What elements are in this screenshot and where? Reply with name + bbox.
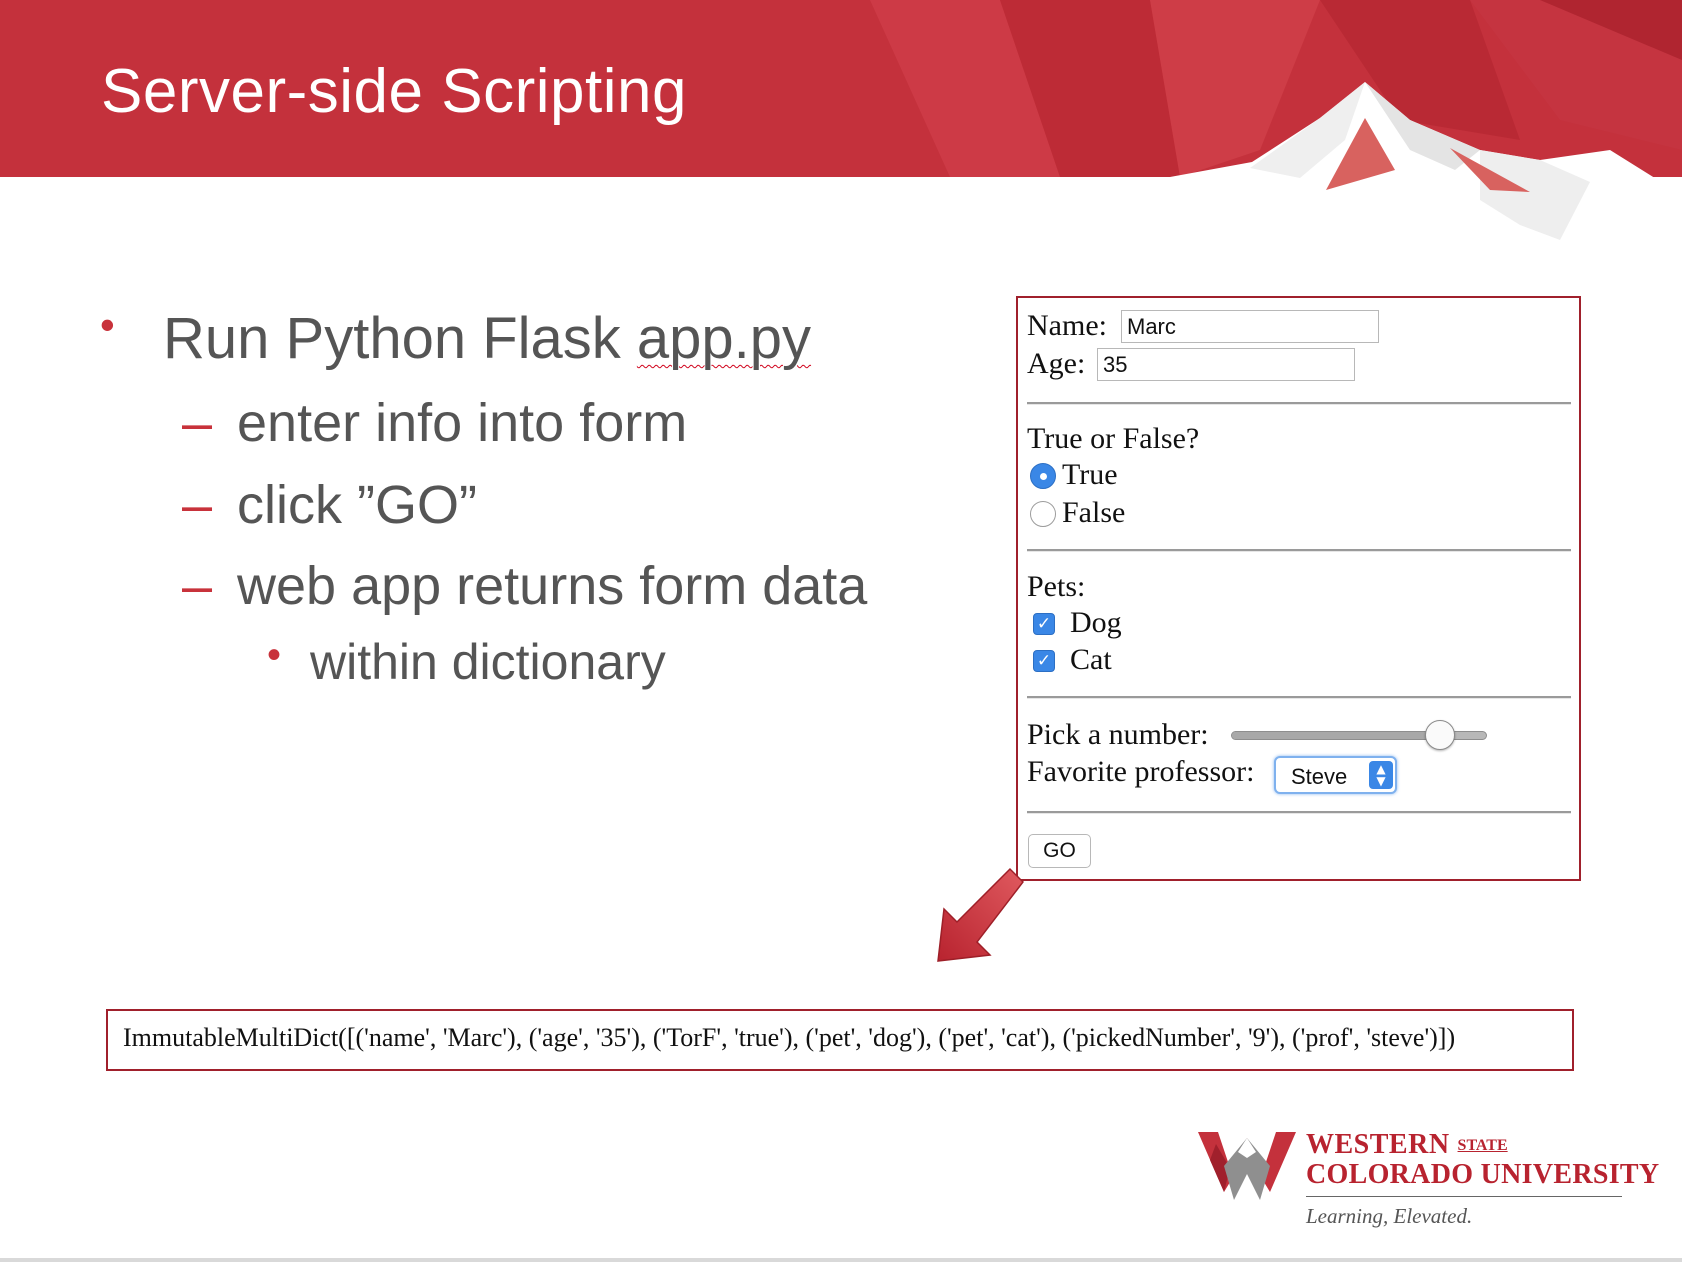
pick-number-label: Pick a number: xyxy=(1027,718,1209,751)
radio-true[interactable] xyxy=(1030,463,1056,489)
radio-true-label: True xyxy=(1062,458,1118,491)
bullet-dot: • xyxy=(267,633,282,677)
professor-select[interactable]: Steve ▲ ▼ xyxy=(1274,756,1397,794)
checkbox-dog-label: Dog xyxy=(1070,606,1122,639)
name-label: Name: xyxy=(1027,309,1107,342)
bullet-text: Run Python Flask xyxy=(163,306,637,371)
form-divider xyxy=(1027,696,1571,699)
age-field[interactable]: 35 xyxy=(1097,348,1355,381)
form-divider xyxy=(1027,811,1571,814)
logo-line1: WESTERN STATE xyxy=(1306,1129,1508,1161)
logo-western: WESTERN xyxy=(1306,1129,1450,1160)
university-w-logo xyxy=(1198,1132,1296,1200)
pets-label: Pets: xyxy=(1027,570,1086,603)
header-banner: Server-side Scripting xyxy=(0,0,1682,260)
bullet-dash: – xyxy=(182,556,213,616)
form-divider xyxy=(1027,402,1571,405)
form-screenshot: Name: Marc Age: 35 True or False? True F… xyxy=(1016,296,1581,881)
bullet-dot: • xyxy=(100,301,115,348)
bullet-text: click ”GO” xyxy=(237,475,477,535)
university-logo: WESTERN STATE COLORADO UNIVERSITY Learnin… xyxy=(1198,1129,1659,1240)
spellcheck-underlined-text: app.py xyxy=(636,306,812,371)
torf-question: True or False? xyxy=(1027,422,1200,455)
number-slider-fill xyxy=(1232,732,1442,739)
arrow-down-left-icon xyxy=(937,867,1024,962)
checkbox-cat[interactable]: ✓ xyxy=(1033,650,1055,672)
number-slider-thumb[interactable] xyxy=(1425,720,1456,750)
age-label: Age: xyxy=(1027,347,1086,380)
logo-divider xyxy=(1306,1196,1622,1197)
slide-bottom-border xyxy=(0,1258,1682,1262)
name-field[interactable]: Marc xyxy=(1121,310,1379,343)
bullet-text: web app returns form data xyxy=(237,556,868,616)
output-dictionary: ImmutableMultiDict([('name', 'Marc'), ('… xyxy=(106,1009,1574,1071)
bullet-text: within dictionary xyxy=(310,634,666,690)
slide-title: Server-side Scripting xyxy=(101,57,687,126)
checkmark-icon: ✓ xyxy=(1036,651,1052,671)
bullet-dash: – xyxy=(182,393,213,453)
professor-select-value: Steve xyxy=(1291,764,1348,789)
select-arrows-icon: ▲ ▼ xyxy=(1369,761,1393,789)
form-divider xyxy=(1027,549,1571,552)
logo-tagline: Learning, Elevated. xyxy=(1306,1204,1473,1228)
logo-state: STATE xyxy=(1457,1137,1508,1154)
radio-false-label: False xyxy=(1062,496,1126,529)
radio-false[interactable] xyxy=(1030,501,1056,527)
bullet-dash: – xyxy=(182,475,213,535)
checkmark-icon: ✓ xyxy=(1036,614,1052,634)
professor-label: Favorite professor: xyxy=(1027,755,1255,788)
go-button[interactable]: GO xyxy=(1028,834,1091,868)
logo-line2: COLORADO UNIVERSITY xyxy=(1306,1159,1660,1190)
checkbox-cat-label: Cat xyxy=(1070,643,1112,676)
mountain-graphic xyxy=(0,0,1682,260)
bullet-text: enter info into form xyxy=(237,393,688,453)
checkbox-dog[interactable]: ✓ xyxy=(1033,613,1055,635)
